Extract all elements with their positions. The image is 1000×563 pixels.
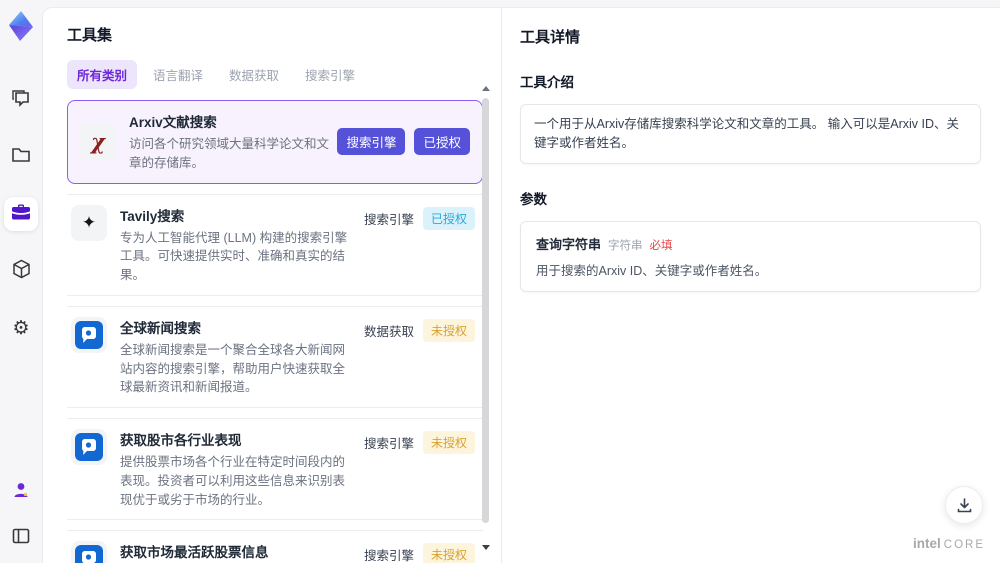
blue-news-logo-icon <box>71 429 107 465</box>
tool-name: 获取股市各行业表现 <box>120 433 242 448</box>
tool-description: 访问各个研究领域大量科学论文和文章的存储库。 <box>129 137 330 170</box>
blue-news-logo-icon <box>71 541 107 563</box>
tool-card-arxiv[interactable]: χ Arxiv文献搜索 访问各个研究领域大量科学论文和文章的存储库。 搜索引擎 … <box>67 100 483 184</box>
tool-description: 全球新闻搜索是一个聚合全球各大新闻网站内容的搜索引擎，帮助用户快速获取全球最新资… <box>120 342 346 395</box>
category-tabs: 所有类别 语言翻译 数据获取 搜索引擎 <box>67 60 501 89</box>
tavily-star-icon: ✦ <box>71 204 107 241</box>
tool-list-panel: 工具集 所有类别 语言翻译 数据获取 搜索引擎 χ Arxiv文献搜索 访问各个… <box>43 8 501 563</box>
sidebar-item-chat[interactable] <box>4 83 38 117</box>
sidebar-item-files[interactable] <box>4 140 38 174</box>
scroll-up-arrow-icon[interactable] <box>482 86 490 91</box>
briefcase-icon <box>11 203 31 226</box>
tool-status-badge: 未授权 <box>422 318 475 342</box>
brand-diamond-icon <box>9 11 33 41</box>
tool-intro-box: 一个用于从Arxiv存储库搜索科学论文和文章的工具。 输入可以是Arxiv ID… <box>520 104 981 164</box>
tool-status-badge: 已授权 <box>414 128 470 156</box>
tool-category-label: 搜索引擎 <box>363 549 414 563</box>
param-name: 查询字符串 <box>536 236 602 252</box>
tool-card-active-stocks[interactable]: 获取市场最活跃股票信息 提供当天交易量最高的股票列表，投资者可以利用这些信息来识… <box>67 530 483 563</box>
blue-news-logo-icon <box>71 316 107 353</box>
tool-description: 提供股票市场各个行业在特定时间段内的表现。投资者可以利用这些信息来识别表现优于或… <box>120 455 346 507</box>
page-title: 工具集 <box>67 27 113 44</box>
tab-all-categories[interactable]: 所有类别 <box>67 60 138 89</box>
tool-card-tavily[interactable]: ✦ Tavily搜索 专为人工智能代理 (LLM) 构建的搜索引擎工具。可快速提… <box>67 193 483 296</box>
params-heading: 参数 <box>520 191 547 207</box>
tool-status-badge: 已授权 <box>422 206 475 230</box>
gear-icon: ⚙ <box>12 317 30 339</box>
tab-data-fetching[interactable]: 数据获取 <box>219 60 289 89</box>
list-scrollbar[interactable] <box>481 80 491 563</box>
folder-icon <box>11 146 31 168</box>
parameter-card: 查询字符串 字符串 必填 用于搜索的Arxiv ID、关键字或作者姓名。 <box>520 220 981 292</box>
sidebar-item-settings[interactable]: ⚙ <box>4 311 38 345</box>
tool-name: 获取市场最活跃股票信息 <box>120 545 269 561</box>
tool-name: Tavily搜索 <box>120 208 185 224</box>
param-type: 字符串 <box>608 239 643 252</box>
left-rail: ⚙ <box>0 0 42 563</box>
main-content-shell: 工具集 所有类别 语言翻译 数据获取 搜索引擎 χ Arxiv文献搜索 访问各个… <box>42 7 1000 563</box>
tool-category-label: 数据获取 <box>363 324 414 339</box>
tab-language-translation[interactable]: 语言翻译 <box>143 60 213 89</box>
scrollbar-thumb[interactable] <box>482 98 489 523</box>
download-button[interactable] <box>945 486 983 524</box>
tab-search-engine[interactable]: 搜索引擎 <box>295 60 365 89</box>
tool-list: χ Arxiv文献搜索 访问各个研究领域大量科学论文和文章的存储库。 搜索引擎 … <box>67 100 483 563</box>
tool-status-badge: 未授权 <box>422 543 475 563</box>
core-wordmark: CORE <box>943 539 985 551</box>
chat-icon <box>11 89 31 112</box>
detail-title: 工具详情 <box>520 29 581 46</box>
intel-wordmark: intel <box>913 536 941 551</box>
tool-category-label: 搜索引擎 <box>337 128 406 156</box>
sidebar-item-tools-active[interactable] <box>4 197 38 231</box>
tool-description: 专为人工智能代理 (LLM) 构建的搜索引擎工具。可快速提供实时、准确和真实的结… <box>120 230 348 283</box>
intel-core-logo: intel CORE <box>913 536 985 551</box>
download-icon <box>957 497 971 512</box>
tool-name: Arxiv文献搜索 <box>129 115 217 130</box>
tool-card-global-news[interactable]: 全球新闻搜索 全球新闻搜索是一个聚合全球各大新闻网站内容的搜索引擎，帮助用户快速… <box>67 305 483 408</box>
tool-detail-panel: 工具详情 工具介绍 一个用于从Arxiv存储库搜索科学论文和文章的工具。 输入可… <box>501 8 1000 563</box>
user-icon <box>14 483 28 497</box>
brand-logo <box>6 9 36 43</box>
tool-category-label: 搜索引擎 <box>363 437 414 451</box>
user-avatar[interactable] <box>4 473 38 507</box>
collapse-sidebar-toggle[interactable] <box>4 519 38 553</box>
scroll-down-arrow-icon[interactable] <box>482 545 490 550</box>
cube-icon <box>12 259 31 284</box>
arxiv-logo-icon: χ <box>80 123 116 160</box>
tool-card-stock-sectors[interactable]: 获取股市各行业表现 提供股票市场各个行业在特定时间段内的表现。投资者可以利用这些… <box>67 418 483 521</box>
intro-heading: 工具介绍 <box>520 75 574 90</box>
param-description: 用于搜索的Arxiv ID、关键字或作者姓名。 <box>536 263 768 278</box>
sidebar-item-packages[interactable] <box>4 254 38 288</box>
tool-category-label: 搜索引擎 <box>363 212 414 227</box>
panel-toggle-icon <box>12 528 30 544</box>
tool-name: 全球新闻搜索 <box>120 320 201 336</box>
tool-status-badge: 未授权 <box>422 431 475 454</box>
param-required-flag: 必填 <box>649 239 673 252</box>
